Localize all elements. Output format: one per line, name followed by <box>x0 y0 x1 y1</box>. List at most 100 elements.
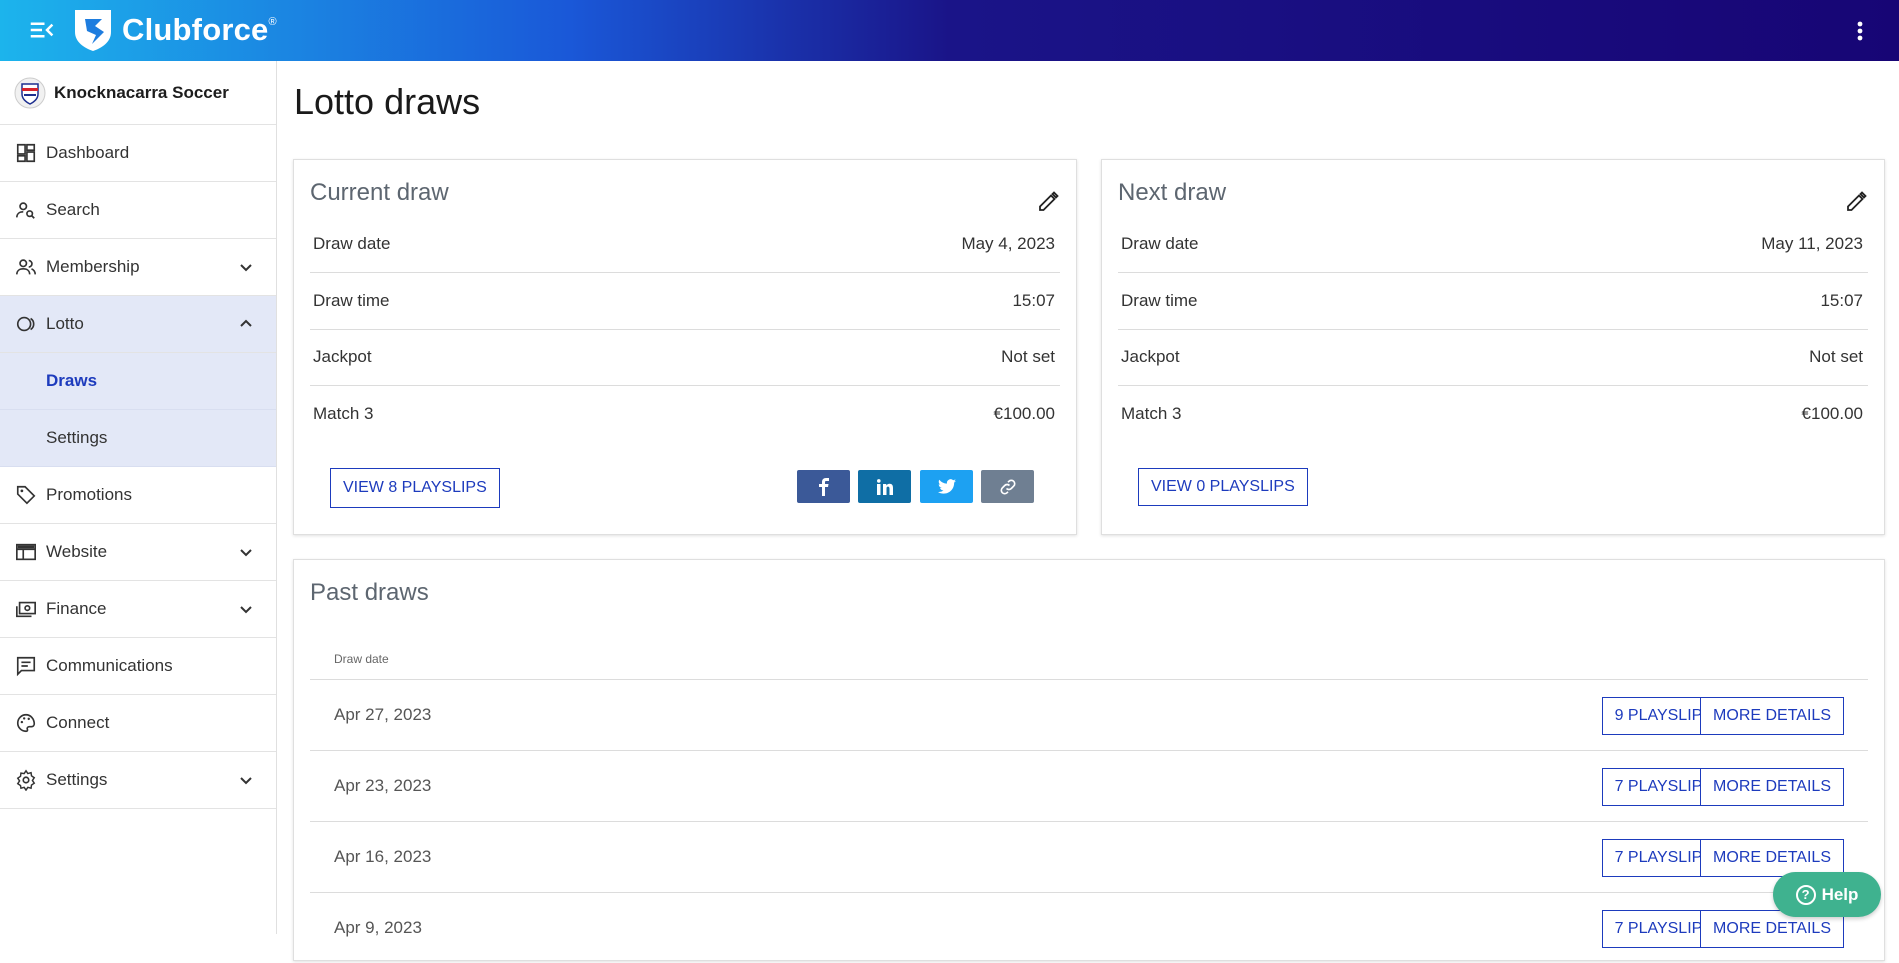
draw-date-cell: Apr 27, 2023 <box>334 705 432 724</box>
draw-time-row: Draw time 15:07 <box>1118 273 1868 330</box>
palette-icon <box>14 711 38 735</box>
page-title: Lotto draws <box>294 81 481 122</box>
sidebar-item-label: Website <box>46 542 108 561</box>
sidebar-item-label: Communications <box>46 656 173 675</box>
top-app-bar: Clubforce ® <box>0 0 1899 61</box>
club-crest-icon <box>14 77 46 108</box>
chevron-down-icon <box>240 777 252 785</box>
club-name: Knocknacarra Soccer <box>54 82 229 102</box>
main-content: Lotto draws Current draw Draw date May 4… <box>277 61 1899 961</box>
more-details-button[interactable]: MORE DETAILS <box>1700 697 1844 735</box>
row-label: Draw date <box>1121 234 1199 253</box>
sidebar-item-label: Finance <box>46 599 107 618</box>
row-value: Not set <box>1001 347 1055 366</box>
copy-link-button[interactable] <box>981 470 1034 503</box>
edit-pencil-icon[interactable] <box>1036 190 1060 214</box>
row-label: Match 3 <box>1121 404 1182 423</box>
sidebar-item-label: Promotions <box>46 485 132 504</box>
next-draw-card: Next draw Draw date May 11, 2023 Draw ti… <box>1101 159 1885 535</box>
sidebar-item-settings[interactable]: Settings <box>0 752 276 809</box>
sidebar-item-membership[interactable]: Membership <box>0 239 276 296</box>
row-label: Draw time <box>313 291 390 310</box>
sidebar-item-dashboard[interactable]: Dashboard <box>0 125 276 182</box>
club-header[interactable]: Knocknacarra Soccer <box>0 61 276 125</box>
past-draws-card: Past draws Draw date Apr 27, 2023 9 PLAY… <box>293 559 1885 961</box>
draw-date-row: Draw date May 4, 2023 <box>310 216 1060 273</box>
sidebar-item-label: Dashboard <box>46 143 130 162</box>
row-value: May 11, 2023 <box>1761 234 1863 253</box>
sidebar-subitem-settings[interactable]: Settings <box>0 410 276 467</box>
view-playslips-button[interactable]: VIEW 0 PLAYSLIPS <box>1138 468 1308 506</box>
more-details-button[interactable]: MORE DETAILS <box>1700 768 1844 806</box>
sidebar-item-communications[interactable]: Communications <box>0 638 276 695</box>
card-title: Past draws <box>310 579 429 606</box>
row-value: 15:07 <box>1012 291 1055 310</box>
more-vert-icon[interactable] <box>1853 14 1867 46</box>
linkedin-share-button[interactable] <box>858 470 911 503</box>
table-row: Apr 23, 2023 7 PLAYSLIPS MORE DETAILS <box>310 750 1868 821</box>
sidebar: Knocknacarra Soccer Dashboard Search Mem… <box>0 61 277 934</box>
twitter-icon <box>937 479 956 494</box>
registered-mark: ® <box>268 16 277 28</box>
row-value: May 4, 2023 <box>961 234 1055 253</box>
chevron-up-icon <box>240 319 252 327</box>
chat-icon <box>14 654 38 678</box>
row-value: 15:07 <box>1820 291 1863 310</box>
brand-name: Clubforce <box>122 12 269 47</box>
people-icon <box>14 255 38 279</box>
jackpot-row: Jackpot Not set <box>310 329 1060 386</box>
draw-date-cell: Apr 23, 2023 <box>334 776 432 795</box>
card-title: Current draw <box>310 179 449 206</box>
sidebar-subitem-label: Settings <box>46 428 108 447</box>
chevron-down-icon <box>240 606 252 614</box>
tag-icon <box>14 483 38 507</box>
draw-time-row: Draw time 15:07 <box>310 273 1060 330</box>
sidebar-subitem-draws[interactable]: Draws <box>0 353 276 410</box>
row-value: €100.00 <box>993 404 1055 423</box>
link-icon <box>1000 479 1015 494</box>
sidebar-item-finance[interactable]: Finance <box>0 581 276 638</box>
twitter-share-button[interactable] <box>920 470 973 503</box>
linkedin-icon <box>876 478 893 495</box>
lotto-icon <box>14 312 38 336</box>
web-icon <box>14 540 38 564</box>
sidebar-item-label: Lotto <box>46 314 84 333</box>
draw-date-row: Draw date May 11, 2023 <box>1118 216 1868 273</box>
view-playslips-button[interactable]: VIEW 8 PLAYSLIPS <box>330 468 500 508</box>
facebook-share-button[interactable] <box>797 470 850 503</box>
row-label: Match 3 <box>313 404 374 423</box>
card-title: Next draw <box>1118 179 1227 206</box>
clubforce-logo[interactable]: Clubforce ® <box>72 4 277 56</box>
chevron-down-icon <box>240 549 252 557</box>
sidebar-item-label: Membership <box>46 257 140 276</box>
match-3-row: Match 3 €100.00 <box>310 386 1060 442</box>
row-label: Draw time <box>1121 291 1198 310</box>
payments-icon <box>14 597 38 621</box>
help-button[interactable]: ? Help <box>1773 872 1881 917</box>
edit-pencil-icon[interactable] <box>1844 190 1868 214</box>
column-header-draw-date: Draw date <box>334 652 389 666</box>
sidebar-item-lotto[interactable]: Lotto <box>0 296 276 353</box>
sidebar-item-promotions[interactable]: Promotions <box>0 467 276 524</box>
help-circle-icon: ? <box>1795 884 1816 905</box>
menu-collapse-icon[interactable] <box>27 15 57 45</box>
shield-logo-icon <box>75 10 111 51</box>
match-3-row: Match 3 €100.00 <box>1118 386 1868 442</box>
draw-date-cell: Apr 9, 2023 <box>334 918 422 937</box>
help-label: Help <box>1821 884 1859 904</box>
row-label: Jackpot <box>1121 347 1180 366</box>
table-row: Apr 16, 2023 7 PLAYSLIPS MORE DETAILS <box>310 821 1868 892</box>
sidebar-item-label: Search <box>46 200 100 219</box>
draw-date-cell: Apr 16, 2023 <box>334 847 432 866</box>
sidebar-item-search[interactable]: Search <box>0 182 276 239</box>
facebook-icon <box>818 477 829 496</box>
sidebar-subitem-label: Draws <box>46 371 98 390</box>
chevron-down-icon <box>240 264 252 272</box>
person-search-icon <box>14 198 38 222</box>
row-label: Jackpot <box>313 347 372 366</box>
row-value: €100.00 <box>1801 404 1863 423</box>
sidebar-item-label: Settings <box>46 770 108 789</box>
sidebar-item-website[interactable]: Website <box>0 524 276 581</box>
table-row: Apr 9, 2023 7 PLAYSLIPS MORE DETAILS <box>310 892 1868 963</box>
sidebar-item-connect[interactable]: Connect <box>0 695 276 752</box>
